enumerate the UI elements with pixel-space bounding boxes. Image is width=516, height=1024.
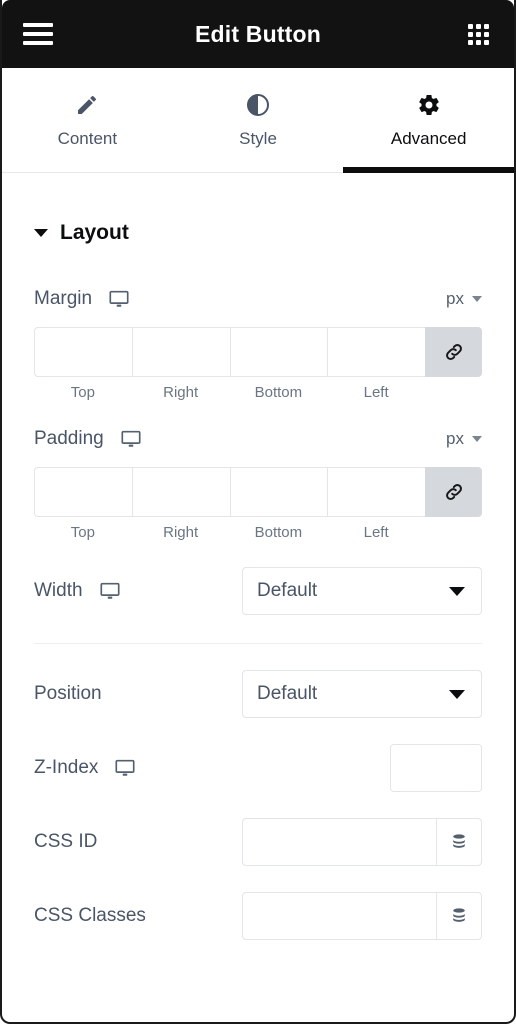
tab-content-label: Content [57, 128, 118, 148]
edit-button-panel: Edit Button Content Style Advanced Layou… [0, 0, 516, 1024]
width-select[interactable]: Default [242, 567, 482, 615]
margin-control-row: Margin px [34, 279, 482, 319]
advanced-settings-panel: Layout Margin px Top Right Bottom Left P… [2, 173, 514, 940]
section-layout-header[interactable]: Layout [34, 173, 482, 245]
contrast-icon [246, 92, 270, 118]
margin-label: Margin [34, 288, 93, 309]
grid-apps-icon[interactable] [458, 14, 498, 54]
zindex-control-row: Z-Index [34, 744, 482, 792]
panel-tabs: Content Style Advanced [2, 68, 514, 173]
padding-right-label: Right [163, 524, 199, 541]
zindex-label-group: Z-Index [34, 757, 136, 779]
zindex-input[interactable] [390, 744, 482, 792]
css-classes-control-row: CSS Classes [34, 892, 482, 940]
margin-unit-label: px [446, 289, 464, 308]
tab-content[interactable]: Content [2, 68, 173, 172]
padding-unit-selector[interactable]: px [446, 429, 482, 449]
position-control-row: Position Default [34, 670, 482, 718]
margin-side-labels: Top Right Bottom Left [34, 384, 482, 401]
gear-icon [417, 92, 441, 118]
css-classes-input[interactable] [242, 892, 436, 940]
page-title: Edit Button [194, 20, 322, 47]
margin-bottom-input[interactable] [229, 327, 328, 377]
tab-style-label: Style [239, 128, 277, 148]
zindex-label: Z-Index [34, 757, 99, 778]
section-layout-title: Layout [60, 221, 129, 244]
padding-dimension-inputs [34, 467, 482, 517]
margin-left-input[interactable] [327, 327, 425, 377]
padding-link-values-button[interactable] [425, 467, 482, 517]
padding-top-label: Top [70, 524, 95, 541]
dynamic-tags-database-icon[interactable] [436, 818, 482, 866]
panel-header: Edit Button [2, 0, 514, 68]
margin-label-group: Margin [34, 288, 130, 310]
padding-bottom-label: Bottom [254, 524, 303, 541]
desktop-monitor-icon[interactable] [99, 580, 121, 602]
desktop-monitor-icon[interactable] [114, 757, 136, 779]
margin-top-label: Top [70, 384, 95, 401]
css-id-field [242, 818, 482, 866]
caret-down-icon [449, 689, 465, 699]
position-label-group: Position [34, 683, 102, 705]
padding-label-group: Padding [34, 428, 142, 450]
width-value: Default [257, 580, 318, 601]
css-id-label: CSS ID [34, 831, 98, 852]
padding-label: Padding [34, 428, 104, 449]
desktop-monitor-icon[interactable] [120, 428, 142, 450]
caret-down-icon [34, 229, 48, 237]
padding-left-input[interactable] [327, 467, 425, 517]
css-id-label-group: CSS ID [34, 831, 97, 853]
margin-link-values-button[interactable] [425, 327, 482, 377]
padding-bottom-input[interactable] [229, 467, 328, 517]
margin-right-input[interactable] [131, 327, 230, 377]
margin-bottom-label: Bottom [254, 384, 303, 401]
pencil-icon [75, 92, 99, 118]
width-label-group: Width [34, 580, 121, 602]
margin-unit-selector[interactable]: px [446, 289, 482, 309]
dynamic-tags-database-icon[interactable] [436, 892, 482, 940]
css-id-input[interactable] [242, 818, 436, 866]
desktop-monitor-icon[interactable] [108, 288, 130, 310]
margin-dimension-inputs [34, 327, 482, 377]
padding-right-input[interactable] [131, 467, 230, 517]
chevron-down-icon [472, 296, 482, 302]
hamburger-menu-icon[interactable] [18, 14, 58, 54]
css-classes-label-group: CSS Classes [34, 905, 146, 927]
position-select[interactable]: Default [242, 670, 482, 718]
css-classes-field [242, 892, 482, 940]
margin-right-label: Right [163, 384, 199, 401]
padding-unit-label: px [446, 429, 464, 448]
css-classes-label: CSS Classes [34, 905, 146, 926]
padding-side-labels: Top Right Bottom Left [34, 524, 482, 541]
position-value: Default [257, 683, 318, 704]
padding-left-label: Left [363, 524, 389, 541]
tab-advanced[interactable]: Advanced [343, 68, 514, 173]
width-label: Width [34, 580, 83, 601]
padding-top-input[interactable] [34, 467, 132, 517]
chevron-down-icon [472, 436, 482, 442]
tab-advanced-label: Advanced [390, 128, 467, 148]
margin-top-input[interactable] [34, 327, 132, 377]
tab-style[interactable]: Style [173, 68, 344, 172]
margin-left-label: Left [363, 384, 389, 401]
position-label: Position [34, 683, 102, 704]
css-id-control-row: CSS ID [34, 818, 482, 866]
width-control-row: Width Default [34, 567, 482, 615]
padding-control-row: Padding px [34, 419, 482, 459]
caret-down-icon [449, 586, 465, 596]
